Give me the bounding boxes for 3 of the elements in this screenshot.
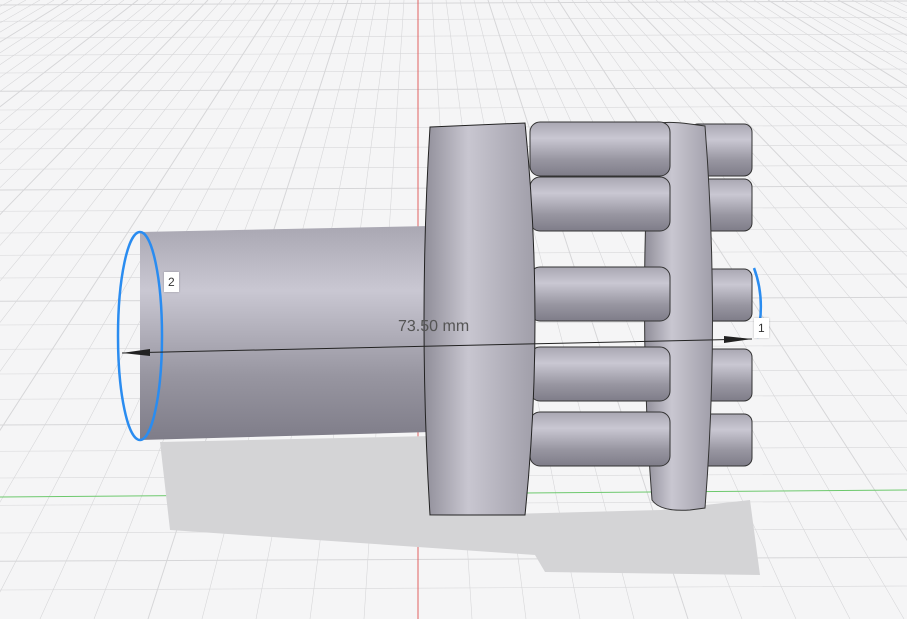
edge-label: 1 xyxy=(754,318,769,338)
edge-label: 2 xyxy=(164,272,179,292)
edge-outline[interactable] xyxy=(116,230,164,442)
